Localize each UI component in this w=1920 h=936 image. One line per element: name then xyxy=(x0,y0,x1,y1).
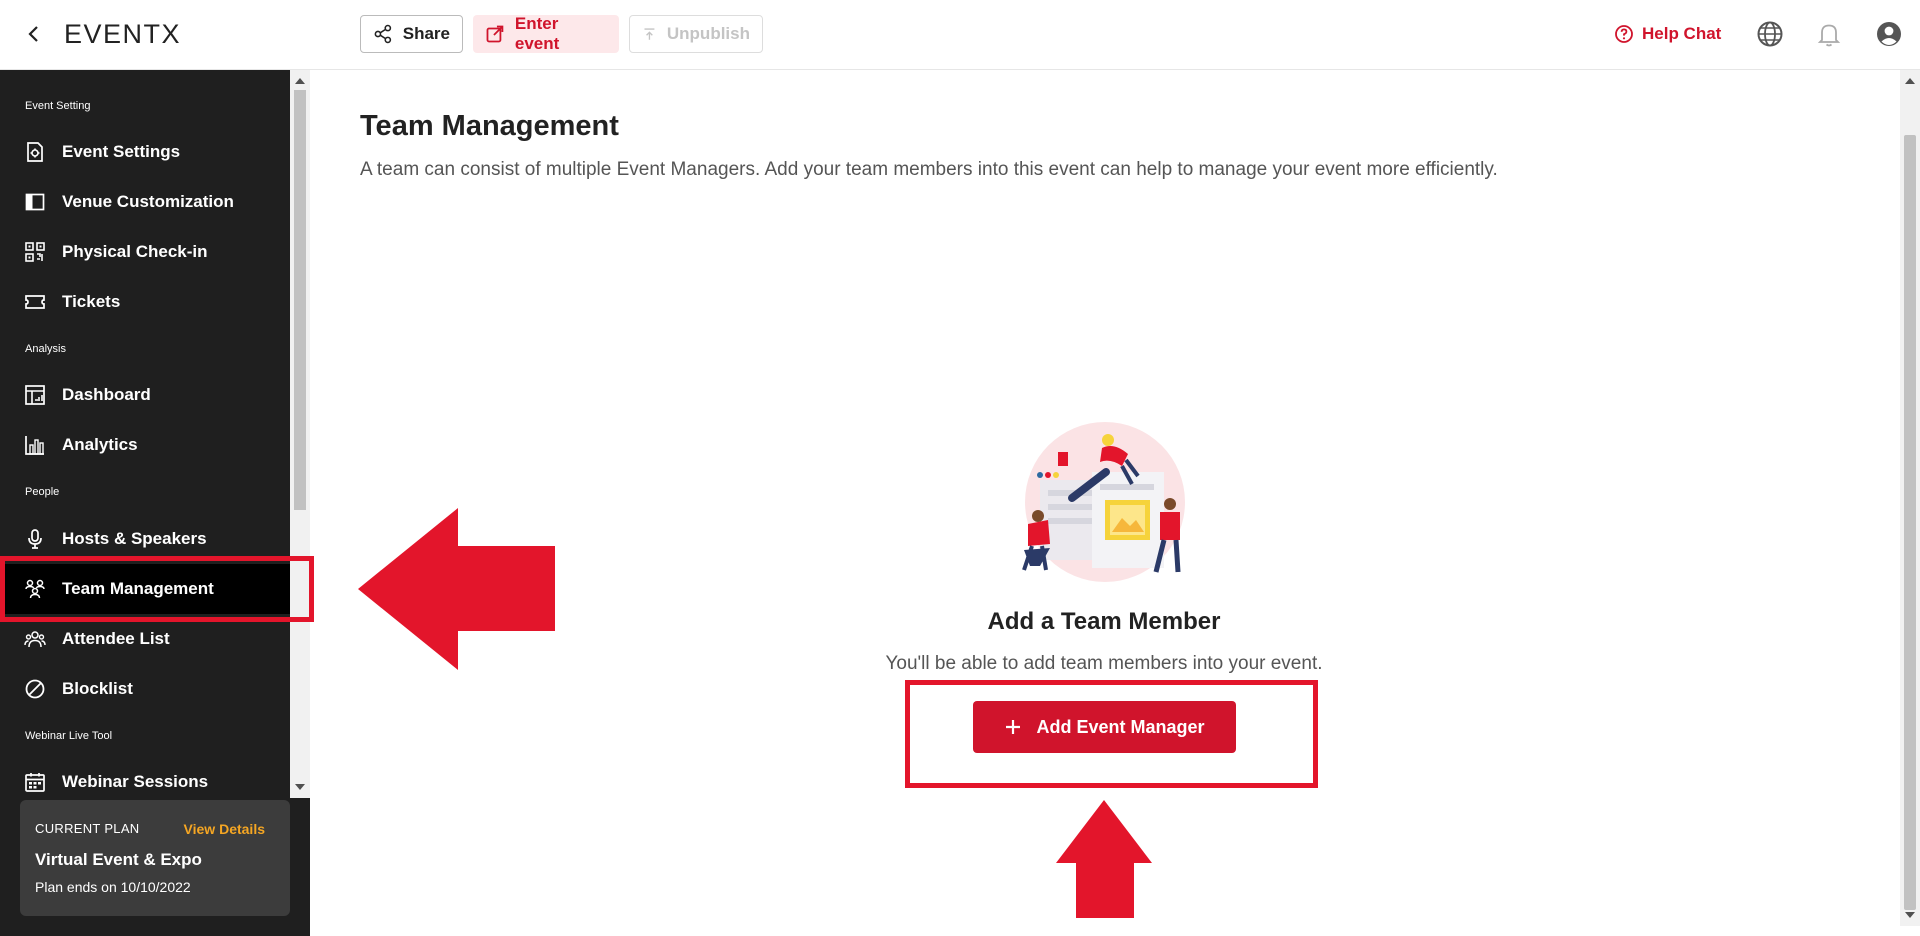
ticket-icon xyxy=(23,290,47,314)
sidebar-item-blocklist[interactable]: Blocklist xyxy=(0,664,290,714)
section-label-webinar: Webinar Live Tool xyxy=(25,730,113,742)
left-arrow-annotation xyxy=(358,508,555,670)
sidebar-item-tickets[interactable]: Tickets xyxy=(0,277,290,327)
scroll-down-arrow[interactable] xyxy=(295,784,305,790)
page-title: Team Management xyxy=(360,110,619,142)
sidebar-item-label: Tickets xyxy=(62,292,121,311)
bar-chart-icon xyxy=(23,433,47,457)
share-label: Share xyxy=(402,24,450,43)
sidebar-scroll-thumb[interactable] xyxy=(294,90,306,510)
sidebar-item-dashboard[interactable]: Dashboard xyxy=(0,370,290,420)
microphone-icon xyxy=(23,527,47,551)
share-icon xyxy=(374,24,392,44)
block-icon xyxy=(23,677,47,701)
help-chat-label: Help Chat xyxy=(1642,24,1722,43)
scroll-up-arrow[interactable] xyxy=(295,78,305,84)
current-plan-card: CURRENT PLAN View Details Virtual Event … xyxy=(20,800,290,916)
team-illustration xyxy=(1022,422,1185,582)
attendees-icon xyxy=(23,627,47,651)
settings-doc-icon xyxy=(23,140,47,164)
sidebar-item-physical-check-in[interactable]: Physical Check-in xyxy=(0,227,290,277)
section-label-people: People xyxy=(25,486,60,498)
help-chat-button[interactable]: Help Chat xyxy=(1614,20,1721,48)
plan-caption: CURRENT PLAN xyxy=(35,821,140,836)
bell-icon[interactable] xyxy=(1815,20,1843,48)
empty-state-subtitle: You'll be able to add team members into … xyxy=(885,653,1323,674)
section-label-event-setting: Event Setting xyxy=(25,100,91,112)
sidebar-item-label: Attendee List xyxy=(62,629,170,648)
unpublish-label: Unpublish xyxy=(666,24,750,43)
sidebar-scrollbar[interactable] xyxy=(290,70,310,798)
main-scroll-down-arrow[interactable] xyxy=(1905,912,1915,918)
share-button[interactable]: Share xyxy=(360,15,463,53)
sidebar-item-label: Hosts & Speakers xyxy=(62,529,207,548)
sidebar-item-label: Physical Check-in xyxy=(62,242,208,261)
enter-event-button[interactable]: Enter event xyxy=(473,14,619,53)
main-scroll-up-arrow[interactable] xyxy=(1905,78,1915,84)
sidebar-item-label: Webinar Sessions xyxy=(62,772,209,791)
sidebar-item-event-settings[interactable]: Event Settings xyxy=(0,127,290,177)
external-link-icon xyxy=(486,25,504,43)
help-icon xyxy=(1615,25,1633,43)
sidebar-item-label: Dashboard xyxy=(62,385,151,404)
sidebar-item-analytics[interactable]: Analytics xyxy=(0,420,290,470)
top-bar: EVENTX Share Enter event Unpublish Help … xyxy=(0,0,1920,70)
layout-icon xyxy=(23,190,47,214)
page-description: A team can consist of multiple Event Man… xyxy=(360,159,1498,180)
highlight-box-add-button xyxy=(905,680,1318,788)
unpublish-button[interactable]: Unpublish xyxy=(629,15,763,53)
sidebar-item-label: Analytics xyxy=(62,435,138,454)
qr-code-icon xyxy=(23,240,47,264)
eventx-logo[interactable]: EVENTX xyxy=(64,18,214,50)
main-scroll-thumb[interactable] xyxy=(1904,135,1916,910)
up-arrow-annotation xyxy=(1056,800,1152,918)
sidebar-item-label: Blocklist xyxy=(62,679,133,698)
globe-icon[interactable] xyxy=(1756,20,1784,48)
sidebar-item-label: Event Settings xyxy=(62,142,181,161)
dashboard-icon xyxy=(23,383,47,407)
plan-name: Virtual Event & Expo xyxy=(35,850,202,869)
main-scrollbar[interactable] xyxy=(1900,70,1920,926)
account-icon[interactable] xyxy=(1875,20,1903,48)
calendar-icon xyxy=(23,770,47,794)
view-details-link[interactable]: View Details xyxy=(184,821,265,837)
section-label-analysis: Analysis xyxy=(25,343,66,355)
svg-text:EVENTX: EVENTX xyxy=(64,19,181,49)
empty-state-title: Add a Team Member xyxy=(987,608,1221,635)
highlight-box-team-management xyxy=(0,556,314,622)
plan-end-date: Plan ends on 10/10/2022 xyxy=(35,879,191,895)
back-icon[interactable] xyxy=(22,22,46,46)
upload-icon xyxy=(644,28,655,40)
sidebar-item-venue-customization[interactable]: Venue Customization xyxy=(0,177,290,227)
enter-event-label: Enter event xyxy=(514,14,560,53)
sidebar-item-label: Venue Customization xyxy=(62,192,234,211)
